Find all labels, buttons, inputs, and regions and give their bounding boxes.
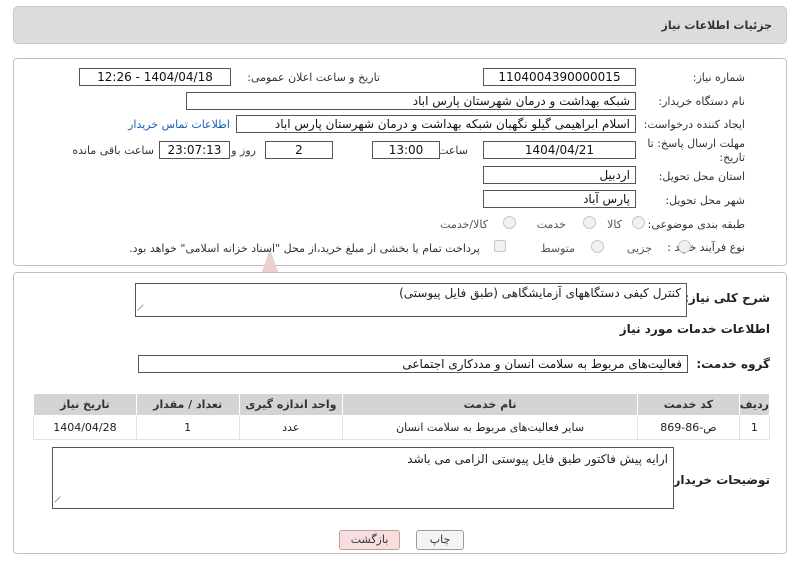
category-option-goods-service: کالا/خدمت [440, 218, 488, 231]
summary-label: شرح کلی نیاز: [684, 291, 770, 305]
summary-text: کنترل کیفی دستگاههای آزمایشگاهی (طبق فای… [399, 286, 681, 300]
print-button[interactable]: چاپ [416, 530, 464, 550]
announce-datetime-field: 1404/04/18 - 12:26 [79, 68, 231, 86]
buyer-contact-link[interactable]: اطلاعات تماس خریدار [128, 118, 230, 131]
buyer-org-field: شبکه بهداشت و درمان شهرستان پارس اباد [186, 92, 636, 110]
page-title: جزئیات اطلاعات نیاز [661, 19, 773, 32]
category-label: طبقه بندی موضوعی: [647, 218, 745, 231]
cell-service-name: سایر فعالیت‌های مربوط به سلامت انسان [342, 415, 638, 440]
col-service-code: کد خدمت [637, 393, 740, 416]
category-radio-goods[interactable] [632, 216, 645, 229]
requester-label: ایجاد کننده درخواست: [643, 118, 745, 131]
service-group-label: گروه خدمت: [696, 357, 770, 371]
col-need-date: تاریخ نیاز [33, 393, 137, 416]
process-radio-medium[interactable] [591, 240, 604, 253]
summary-textarea[interactable]: کنترل کیفی دستگاههای آزمایشگاهی (طبق فای… [135, 283, 687, 317]
category-radio-service[interactable] [583, 216, 596, 229]
need-number-field: 1104004390000015 [483, 68, 636, 86]
page-header: جزئیات اطلاعات نیاز [13, 6, 787, 44]
cell-row-number: 1 [738, 415, 771, 440]
city-field: پارس آباد [483, 190, 636, 208]
services-header-row: ردیف کد خدمت نام خدمت واحد اندازه گیری ت… [33, 393, 771, 416]
category-option-service: خدمت [536, 218, 566, 231]
remaining-time-field: 23:07:13 [159, 141, 230, 159]
col-quantity: تعداد / مقدار [135, 393, 240, 416]
services-title: اطلاعات خدمات مورد نیاز [619, 322, 770, 336]
process-radio-minor[interactable] [678, 240, 691, 253]
process-option-minor: جزیی [626, 242, 652, 255]
col-unit: واحد اندازه گیری [238, 393, 344, 416]
service-group-field: فعالیت‌های مربوط به سلامت انسان و مددکار… [138, 355, 688, 373]
services-table: ردیف کد خدمت نام خدمت واحد اندازه گیری ت… [33, 393, 771, 440]
deadline-time-label: ساعت [438, 144, 468, 157]
province-field: اردبیل [483, 166, 636, 184]
announce-label: تاریخ و ساعت اعلان عمومی: [247, 71, 380, 84]
buyer-notes-text: ارایه پیش فاکتور طبق فایل پیوستی الزامی … [407, 452, 668, 466]
cell-unit: عدد [238, 415, 344, 440]
resize-handle-icon[interactable] [54, 496, 66, 508]
province-label: استان محل تحویل: [658, 170, 745, 183]
deadline-date-field: 1404/04/21 [483, 141, 636, 159]
cell-quantity: 1 [135, 415, 240, 440]
col-service-name: نام خدمت [342, 393, 638, 416]
treasury-payment-checkbox[interactable] [494, 240, 506, 252]
days-remaining-field: 2 [265, 141, 333, 159]
requester-field: اسلام ابراهیمی گیلو نگهبان شبکه بهداشت و… [236, 115, 636, 133]
deadline-label: مهلت ارسال پاسخ: تا تاریخ: [647, 137, 745, 164]
cell-need-date: 1404/04/28 [33, 415, 137, 440]
city-label: شهر محل تحویل: [665, 194, 745, 207]
days-label: روز و [231, 144, 256, 157]
buyer-notes-textarea[interactable]: ارایه پیش فاکتور طبق فایل پیوستی الزامی … [52, 447, 674, 509]
cell-service-code: ص-86-869 [637, 415, 740, 440]
category-option-goods: کالا [607, 218, 622, 231]
payment-note: پرداخت تمام یا بخشی از مبلغ خرید،از محل … [129, 242, 480, 255]
buyer-notes-label: توضیحات خریدار: [668, 473, 770, 487]
buyer-org-label: نام دستگاه خریدار: [658, 95, 745, 108]
table-row: 1 ص-86-869 سایر فعالیت‌های مربوط به سلام… [33, 415, 771, 440]
deadline-time-field: 13:00 [372, 141, 440, 159]
resize-handle-icon[interactable] [137, 304, 149, 316]
category-radio-goods-service[interactable] [503, 216, 516, 229]
back-button[interactable]: بازگشت [339, 530, 400, 550]
col-row-number: ردیف [738, 393, 771, 416]
process-option-medium: متوسط [540, 242, 575, 255]
remaining-label: ساعت باقی مانده [72, 144, 154, 157]
need-number-label: شماره نیاز: [692, 71, 745, 84]
